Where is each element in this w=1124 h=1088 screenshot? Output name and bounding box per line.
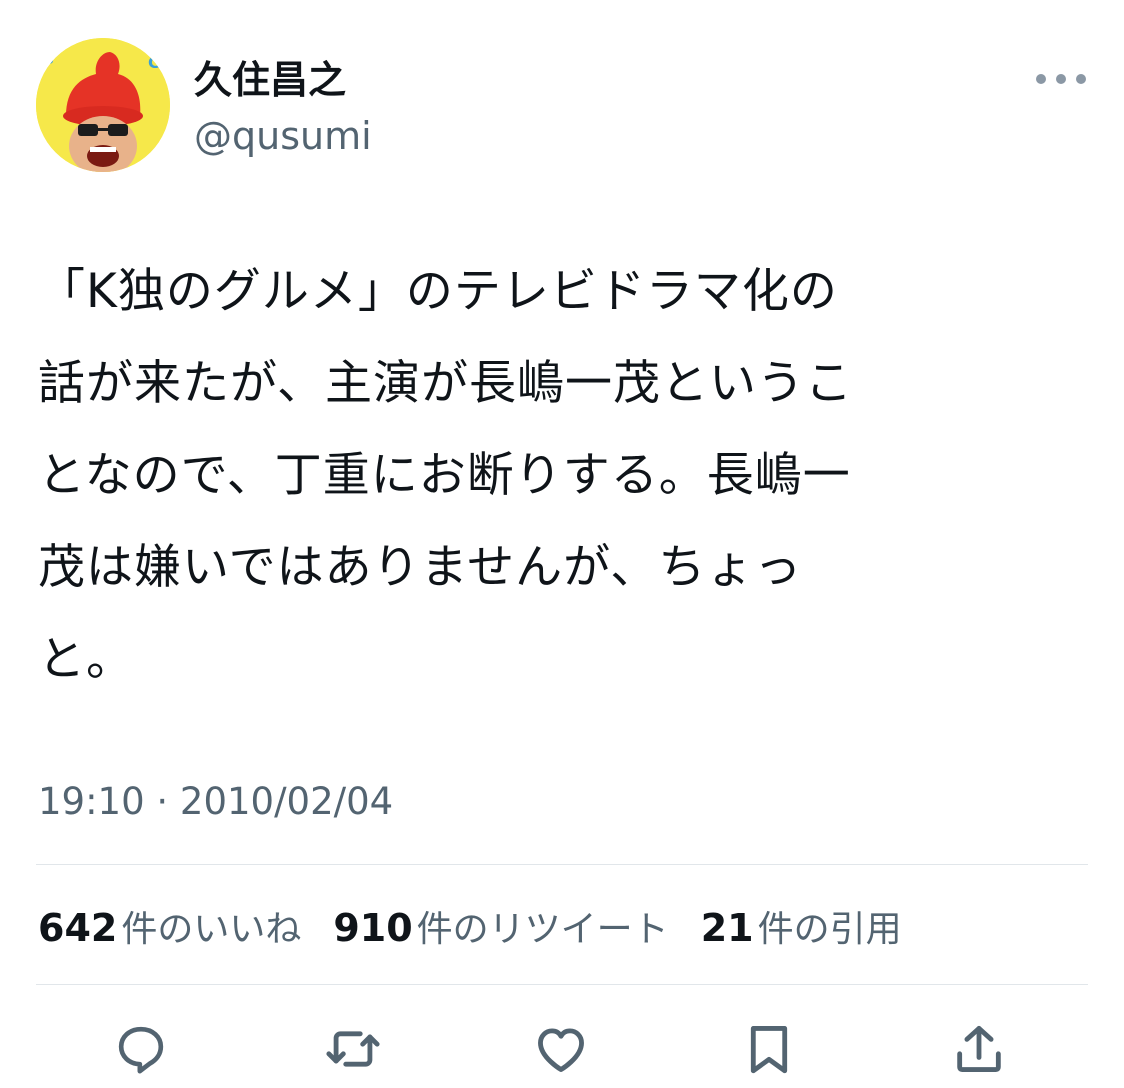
more-dot: [1036, 74, 1046, 84]
quotes-stat[interactable]: 21 件の引用: [701, 900, 902, 952]
retweets-label: 件のリツイート: [416, 909, 669, 950]
reply-icon[interactable]: [106, 1014, 176, 1084]
avatar[interactable]: 3 G: [36, 38, 170, 172]
like-icon[interactable]: [526, 1014, 596, 1084]
share-icon[interactable]: [944, 1014, 1014, 1084]
tweet-text-line: 茂は嫌いではありませんが、ちょっ: [38, 540, 803, 595]
retweet-icon[interactable]: [318, 1014, 388, 1084]
display-name[interactable]: 久住昌之: [194, 56, 346, 104]
tweet-text-line: と。: [38, 632, 134, 687]
retweets-stat[interactable]: 910 件のリツイート: [333, 900, 668, 952]
more-icon[interactable]: [1036, 62, 1086, 96]
divider: [36, 864, 1088, 865]
more-dot: [1076, 74, 1086, 84]
tweet-text-line: となので、丁重にお断りする。長嶋一: [38, 448, 851, 503]
action-bar: [0, 1014, 1124, 1084]
likes-count: 642: [38, 906, 118, 950]
quotes-label: 件の引用: [757, 909, 902, 950]
more-dot: [1056, 74, 1066, 84]
tweet-timestamp[interactable]: 19:10 · 2010/02/04: [38, 776, 393, 828]
quotes-count: 21: [700, 906, 754, 950]
svg-text:3: 3: [42, 48, 55, 69]
likes-label: 件のいいね: [121, 909, 302, 950]
divider: [36, 984, 1088, 985]
tweet-text-line: 話が来たが、主演が長嶋一茂というこ: [38, 356, 854, 411]
avatar-image: 3 G: [36, 38, 170, 172]
retweets-count: 910: [333, 906, 413, 950]
tweet-stats: 642 件のいいね 910 件のリツイート 21 件の引用: [38, 900, 934, 952]
tweet-text: 「K独のグルメ」のテレビドラマ化の 話が来たが、主演が長嶋一茂というこ となので…: [38, 246, 1088, 706]
svg-text:G: G: [148, 53, 161, 72]
user-handle[interactable]: @qusumi: [194, 112, 372, 160]
likes-stat[interactable]: 642 件のいいね: [38, 900, 301, 952]
bookmark-icon[interactable]: [734, 1014, 804, 1084]
tweet-text-line: 「K独のグルメ」のテレビドラマ化の: [38, 264, 838, 319]
